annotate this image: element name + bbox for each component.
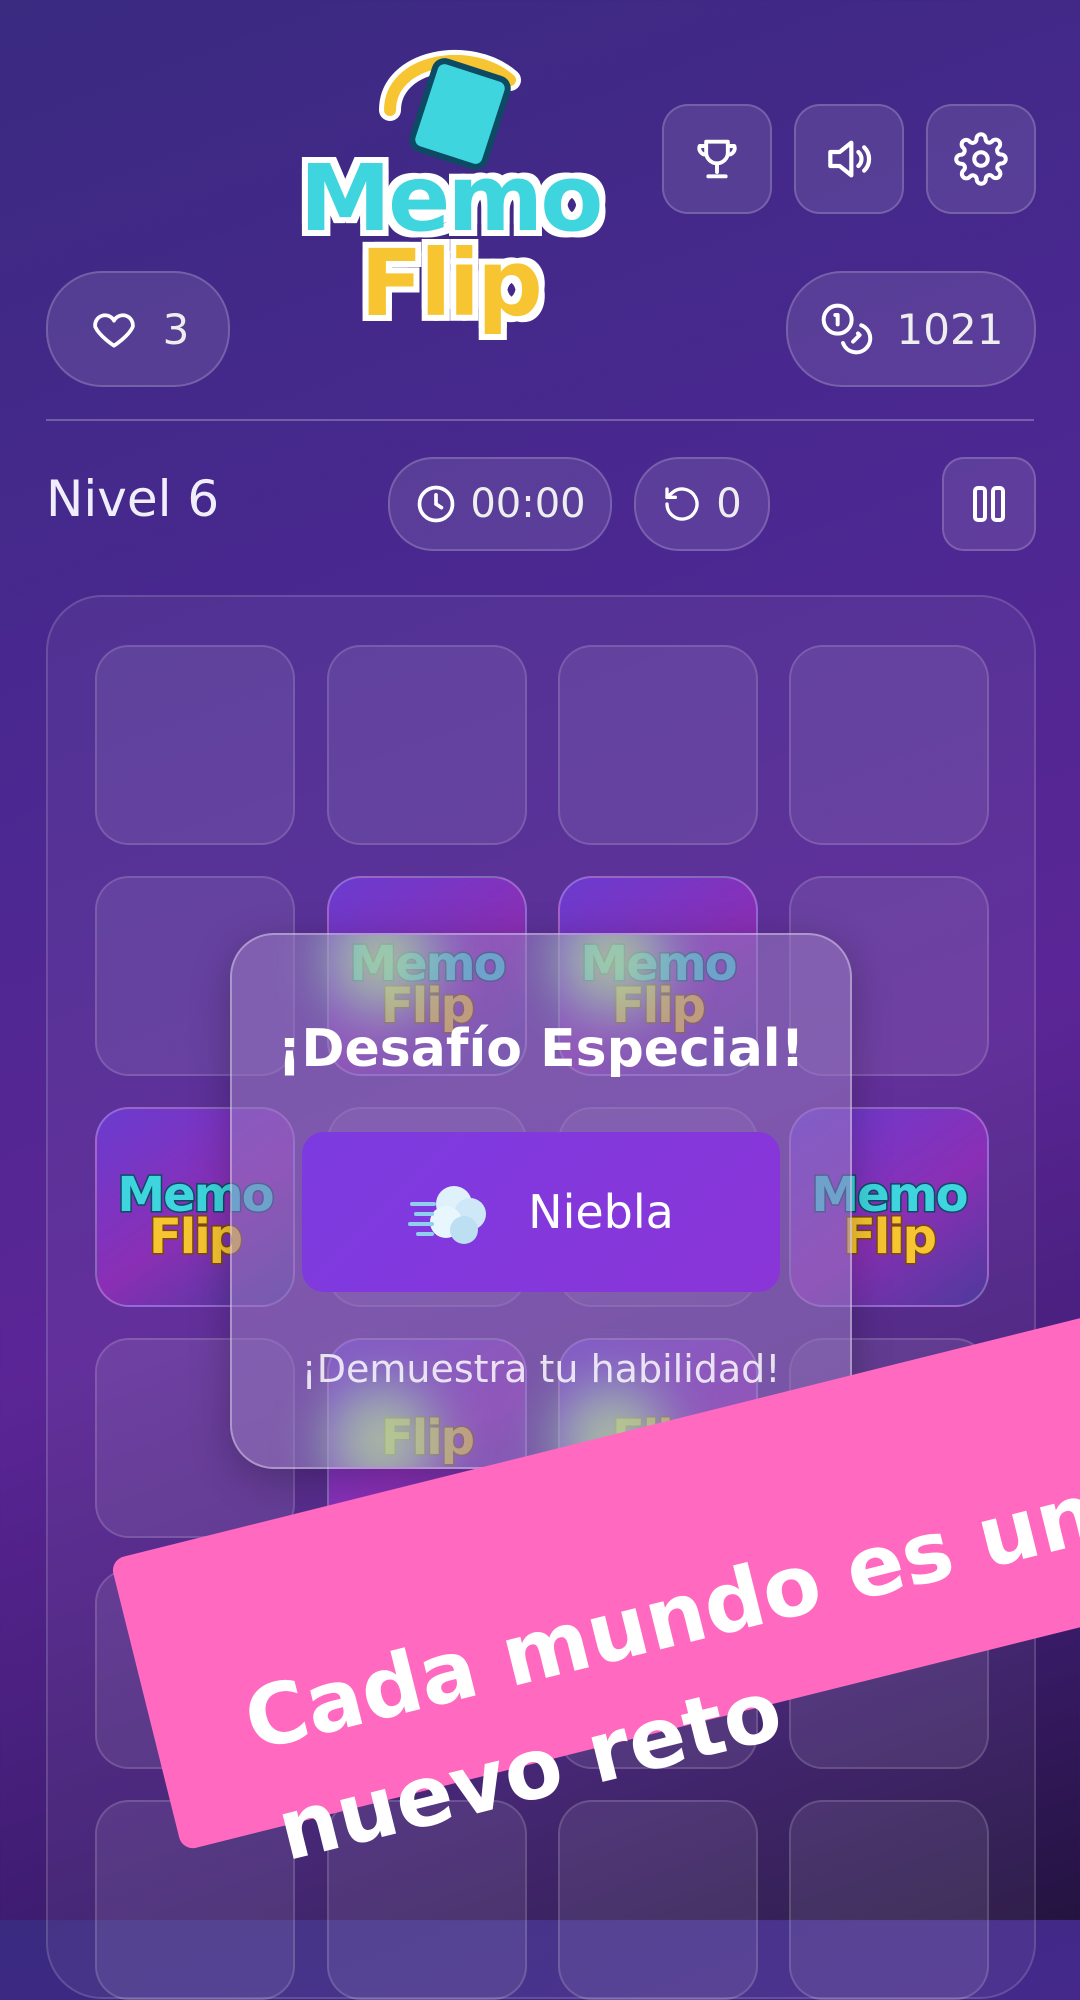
fog-blur — [547, 935, 677, 1025]
pause-button[interactable] — [942, 457, 1036, 551]
logo-flip-text: Flip — [358, 228, 546, 340]
coins-counter: 1021 — [786, 271, 1036, 387]
challenge-chip: Niebla — [302, 1132, 780, 1292]
modal-subtitle: ¡Demuestra tu habilidad! — [301, 1347, 781, 1391]
fog-blur — [317, 935, 447, 1025]
memory-card[interactable] — [327, 645, 527, 845]
special-challenge-modal: ¡Desafío Especial! Niebla ¡Demuestra tu … — [230, 933, 852, 1469]
memory-card[interactable] — [558, 1800, 758, 2000]
coins-icon — [821, 303, 872, 355]
pause-icon — [973, 486, 1005, 522]
heart-icon — [92, 313, 135, 348]
trophy-icon — [697, 139, 737, 179]
coins-value: 1021 — [896, 304, 1004, 354]
timer-value: 00:00 — [470, 481, 586, 527]
sound-button[interactable] — [794, 104, 904, 214]
gear-icon — [954, 132, 1008, 186]
speaker-icon — [828, 140, 872, 178]
restart-icon — [665, 487, 699, 521]
leaderboard-button[interactable] — [662, 104, 772, 214]
modal-title: ¡Desafío Especial! — [277, 1019, 805, 1079]
settings-button[interactable] — [926, 104, 1036, 214]
header-divider — [46, 419, 1034, 421]
wind-cloud-icon — [408, 1186, 487, 1244]
clock-icon — [418, 485, 455, 523]
lives-counter: 3 — [46, 271, 230, 387]
memory-card[interactable] — [789, 1800, 989, 2000]
app-logo: Memo Flip — [290, 40, 610, 340]
timer-display: 00:00 — [388, 457, 612, 551]
memory-card[interactable] — [789, 645, 989, 845]
moves-value: 0 — [716, 481, 742, 527]
challenge-name: Niebla — [528, 1185, 674, 1239]
moves-counter: 0 — [634, 457, 770, 551]
memory-card[interactable] — [558, 645, 758, 845]
level-label: Nivel 6 — [46, 470, 220, 528]
lives-value: 3 — [162, 304, 190, 354]
memory-card[interactable] — [95, 645, 295, 845]
